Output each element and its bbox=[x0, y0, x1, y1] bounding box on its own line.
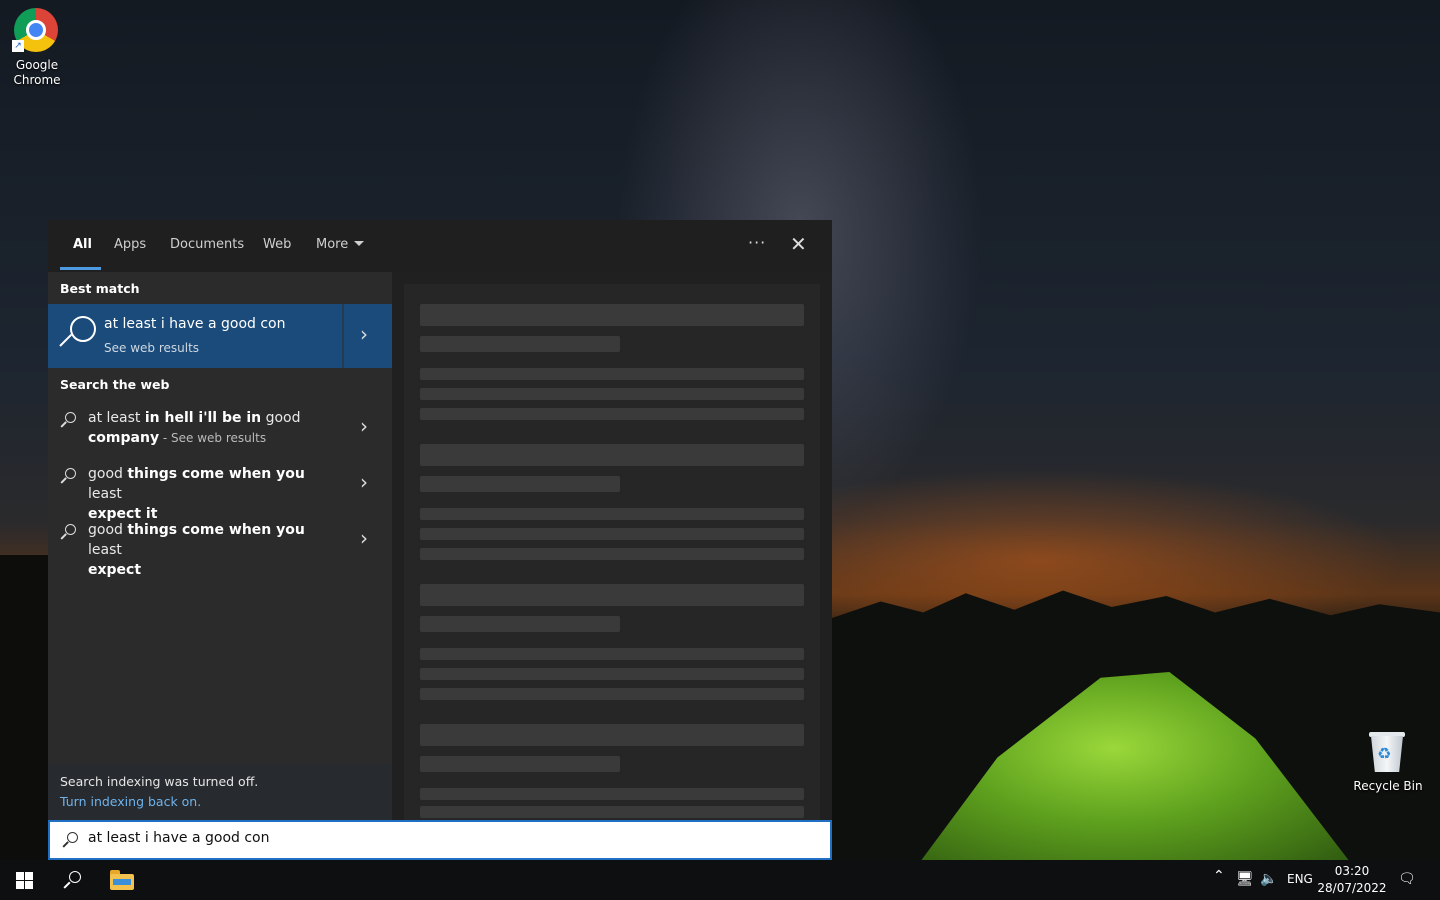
skeleton-bar bbox=[420, 806, 804, 818]
chevron-right-icon[interactable]: › bbox=[360, 414, 368, 438]
skeleton-bar bbox=[420, 548, 804, 560]
tab-more-label: More bbox=[316, 237, 349, 252]
best-match-heading: Best match bbox=[60, 281, 140, 296]
desktop-icon-recycle-bin[interactable]: ♻ Recycle Bin bbox=[1350, 726, 1426, 798]
web-suggestion-item[interactable]: good things come when you least expect › bbox=[48, 520, 392, 578]
chevron-up-icon[interactable]: ⌃ bbox=[1213, 868, 1225, 884]
skeleton-bar bbox=[420, 528, 804, 540]
search-input[interactable] bbox=[88, 830, 788, 846]
language-indicator[interactable]: ENG bbox=[1287, 872, 1313, 886]
skeleton-bar bbox=[420, 476, 620, 492]
tab-more[interactable]: More bbox=[316, 237, 365, 252]
turn-indexing-on-link[interactable]: Turn indexing back on. bbox=[60, 794, 201, 809]
tab-documents[interactable]: Documents bbox=[170, 237, 244, 252]
search-tabs: All Apps Documents Web More ··· ✕ bbox=[48, 220, 832, 272]
clock-time: 03:20 bbox=[1334, 864, 1370, 878]
tab-apps[interactable]: Apps bbox=[114, 237, 146, 252]
web-suggestion-text: at least in hell i'll be in good company… bbox=[88, 410, 301, 446]
clock-date: 28/07/2022 bbox=[1317, 881, 1387, 895]
web-suggestion-item[interactable]: good things come when you least expect i… bbox=[48, 464, 392, 522]
recycle-bin-icon: ♻ bbox=[1367, 730, 1407, 774]
web-suggestion-item[interactable]: at least in hell i'll be in good company… bbox=[48, 408, 392, 462]
search-web-heading: Search the web bbox=[60, 377, 170, 392]
start-button[interactable] bbox=[16, 872, 33, 889]
search-icon bbox=[60, 468, 76, 484]
skeleton-bar bbox=[420, 408, 804, 420]
skeleton-bar bbox=[420, 508, 804, 520]
desktop-icon-chrome[interactable]: ↗ Google Chrome bbox=[0, 0, 74, 92]
taskbar-search-icon[interactable] bbox=[62, 870, 82, 890]
notification-icon[interactable]: 🗨 bbox=[1398, 871, 1416, 887]
wallpaper-mountains-left bbox=[0, 555, 48, 860]
skeleton-bar bbox=[420, 388, 804, 400]
desktop-icon-label: Google Chrome bbox=[13, 58, 61, 87]
tab-all[interactable]: All bbox=[73, 237, 92, 252]
chevron-right-icon[interactable]: › bbox=[360, 322, 368, 346]
volume-icon[interactable]: 🔈 bbox=[1260, 871, 1277, 887]
desktop-icon-label: Recycle Bin bbox=[1353, 779, 1423, 793]
chevron-right-icon[interactable]: › bbox=[360, 470, 368, 494]
skeleton-bar bbox=[420, 648, 804, 660]
web-suggestion-text: good things come when you least expect bbox=[88, 522, 305, 578]
active-tab-indicator bbox=[60, 267, 101, 270]
best-match-item[interactable]: at least i have a good con See web resul… bbox=[48, 304, 392, 368]
search-box[interactable] bbox=[48, 820, 832, 860]
skeleton-bar bbox=[420, 304, 804, 326]
skeleton-bar bbox=[420, 584, 804, 606]
skeleton-bar bbox=[420, 368, 804, 380]
skeleton-bar bbox=[420, 616, 620, 632]
indexing-notice: Search indexing was turned off. Turn ind… bbox=[48, 764, 392, 820]
file-explorer-icon[interactable] bbox=[110, 870, 134, 890]
close-icon[interactable]: ✕ bbox=[790, 232, 807, 256]
skeleton-bar bbox=[420, 444, 804, 466]
divider bbox=[342, 304, 344, 368]
search-icon bbox=[60, 412, 76, 428]
skeleton-bar bbox=[420, 788, 804, 800]
skeleton-bar bbox=[420, 688, 804, 700]
search-icon bbox=[60, 524, 76, 540]
best-match-title: at least i have a good con bbox=[104, 316, 286, 332]
preview-pane-loading bbox=[404, 284, 820, 820]
caret-down-icon bbox=[354, 241, 365, 246]
taskbar: ⌃ 🖥 🔈 ENG 03:20 28/07/2022 🗨 bbox=[0, 860, 1440, 900]
skeleton-bar bbox=[420, 756, 620, 772]
best-match-subtitle: See web results bbox=[104, 341, 200, 355]
skeleton-bar bbox=[420, 724, 804, 746]
more-options-icon[interactable]: ··· bbox=[748, 233, 766, 252]
skeleton-bar bbox=[420, 668, 804, 680]
search-icon bbox=[62, 832, 78, 848]
web-suggestion-text: good things come when you least expect i… bbox=[88, 466, 305, 522]
search-icon bbox=[59, 316, 96, 350]
search-panel: All Apps Documents Web More ··· ✕ Best m… bbox=[48, 220, 832, 860]
chevron-right-icon[interactable]: › bbox=[360, 526, 368, 550]
network-icon[interactable]: 🖥 bbox=[1236, 871, 1254, 887]
indexing-note: Search indexing was turned off. bbox=[60, 774, 259, 789]
shortcut-arrow-icon: ↗ bbox=[12, 40, 24, 52]
skeleton-bar bbox=[420, 336, 620, 352]
clock[interactable]: 03:20 28/07/2022 bbox=[1316, 863, 1388, 897]
tab-web[interactable]: Web bbox=[263, 237, 291, 252]
results-list: Best match at least i have a good con Se… bbox=[48, 272, 392, 820]
